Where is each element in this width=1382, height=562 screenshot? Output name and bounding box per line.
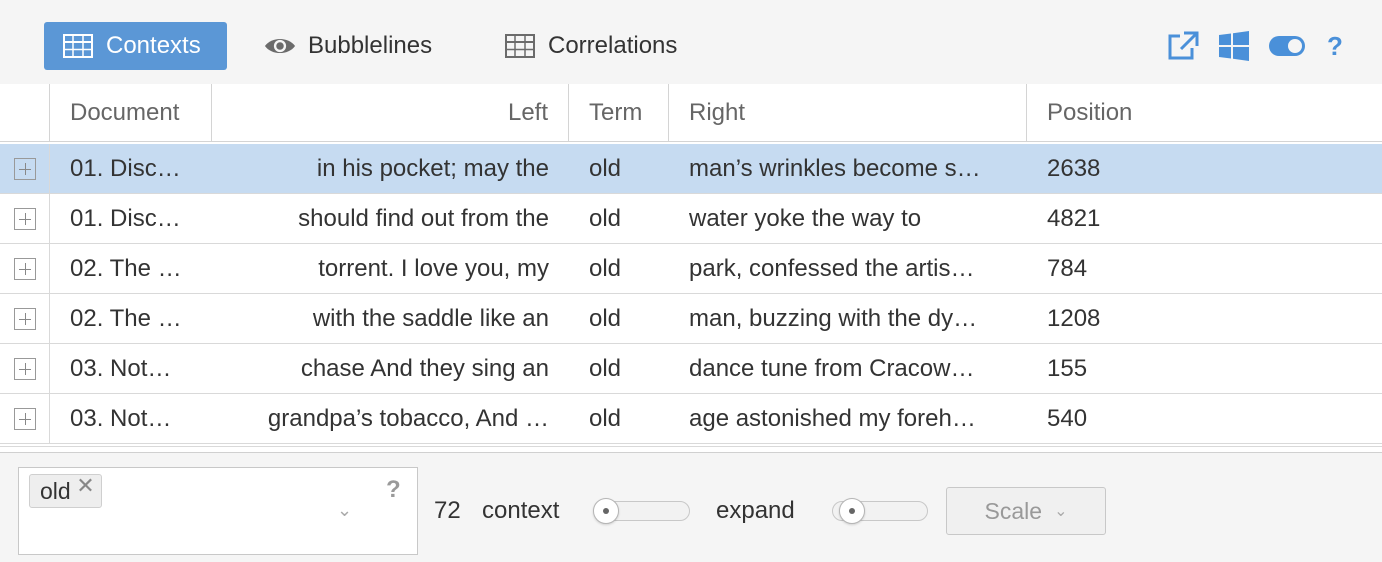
cell-term: old bbox=[589, 155, 622, 182]
chevron-down-icon[interactable]: ⌄ bbox=[337, 500, 352, 521]
contexts-grid: Document Left Term Right Position 01. Di… bbox=[0, 84, 1382, 452]
cell-right: age astonished my foreh… bbox=[689, 405, 976, 432]
cell-document: 03. Not… bbox=[70, 405, 172, 432]
close-icon[interactable]: ✕ bbox=[76, 473, 94, 499]
expand-icon bbox=[13, 408, 36, 430]
tab-contexts-label: Contexts bbox=[106, 32, 201, 59]
row-expander[interactable] bbox=[0, 294, 50, 344]
header-expander bbox=[0, 84, 50, 142]
cell-document: 03. Not… bbox=[70, 355, 172, 382]
cell-term: old bbox=[589, 255, 622, 282]
cell-right: dance tune from Cracow… bbox=[689, 355, 975, 382]
table-row[interactable]: 01. Disc… in his pocket; may the old man… bbox=[0, 144, 1382, 194]
row-expander[interactable] bbox=[0, 244, 50, 294]
cell-document: 02. The … bbox=[70, 255, 182, 282]
footer-toolbar: old ✕ ⌄ ? 72 context expand Scale ⌄ bbox=[0, 452, 1382, 562]
cell-term: old bbox=[589, 205, 622, 232]
cell-left: with the saddle like an bbox=[312, 305, 549, 332]
cell-left: chase And they sing an bbox=[300, 355, 549, 382]
term-chip: old ✕ bbox=[29, 473, 102, 508]
cell-term: old bbox=[589, 355, 622, 382]
term-chip-label: old bbox=[40, 477, 71, 504]
cell-term: old bbox=[589, 405, 622, 432]
cell-position: 2638 bbox=[1047, 155, 1101, 182]
expand-slider[interactable] bbox=[832, 498, 928, 524]
context-slider[interactable] bbox=[593, 498, 690, 524]
cell-left: in his pocket; may the bbox=[316, 155, 549, 182]
table-row[interactable]: 03. Not… grandpa’s tobacco, And … old ag… bbox=[0, 394, 1382, 444]
table-row[interactable]: 01. Disc… should find out from the old w… bbox=[0, 194, 1382, 244]
toggle-icon[interactable] bbox=[1268, 30, 1306, 62]
cell-right: park, confessed the artis… bbox=[689, 255, 975, 282]
table-row[interactable]: 03. Not… chase And they sing an old danc… bbox=[0, 344, 1382, 394]
table-icon bbox=[62, 33, 94, 59]
cell-left: should find out from the bbox=[298, 205, 549, 232]
tab-correlations-label: Correlations bbox=[548, 32, 678, 59]
term-search-field[interactable]: old ✕ ⌄ ? bbox=[18, 467, 418, 555]
header-left[interactable]: Left bbox=[212, 84, 569, 142]
help-icon[interactable]: ? bbox=[1324, 30, 1346, 62]
row-expander[interactable] bbox=[0, 344, 50, 394]
expand-icon bbox=[13, 358, 36, 380]
chevron-down-icon: ⌄ bbox=[1054, 503, 1068, 520]
windows-icon[interactable] bbox=[1218, 30, 1250, 62]
cell-document: 02. The … bbox=[70, 305, 182, 332]
export-icon[interactable] bbox=[1166, 30, 1200, 62]
scale-dropdown[interactable]: Scale ⌄ bbox=[946, 487, 1106, 535]
cell-right: man, buzzing with the dy… bbox=[689, 305, 978, 332]
cell-right: man’s wrinkles become s… bbox=[689, 155, 981, 182]
expand-icon bbox=[13, 308, 36, 330]
cell-position: 1208 bbox=[1047, 305, 1101, 332]
cell-right: water yoke the way to bbox=[689, 205, 922, 232]
panel-tools: ? bbox=[1166, 30, 1346, 62]
tab-bubblelines-label: Bubblelines bbox=[308, 32, 433, 59]
expand-icon bbox=[13, 258, 36, 280]
header-right[interactable]: Right bbox=[669, 84, 1027, 142]
header-position[interactable]: Position bbox=[1027, 84, 1382, 142]
row-expander[interactable] bbox=[0, 194, 50, 244]
scale-label: Scale bbox=[984, 497, 1043, 524]
cell-left: torrent. I love you, my bbox=[318, 255, 549, 282]
cell-position: 540 bbox=[1047, 405, 1088, 432]
cell-document: 01. Disc… bbox=[70, 155, 181, 182]
cell-position: 4821 bbox=[1047, 205, 1101, 232]
grid-header: Document Left Term Right Position bbox=[0, 84, 1382, 142]
expand-icon bbox=[13, 158, 36, 180]
tab-bar: Contexts Bubblelines Correlations ? bbox=[0, 0, 1382, 84]
cell-document: 01. Disc… bbox=[70, 205, 181, 232]
cell-position: 155 bbox=[1047, 355, 1088, 382]
header-document[interactable]: Document bbox=[50, 84, 212, 142]
eye-icon bbox=[264, 33, 296, 59]
cell-term: old bbox=[589, 305, 622, 332]
slider-handle[interactable] bbox=[593, 498, 619, 524]
context-label: context bbox=[482, 497, 560, 524]
table-row[interactable]: 02. The … torrent. I love you, my old pa… bbox=[0, 244, 1382, 294]
row-expander[interactable] bbox=[0, 394, 50, 444]
cell-left: grandpa’s tobacco, And … bbox=[267, 405, 549, 432]
cell-position: 784 bbox=[1047, 255, 1088, 282]
tab-bubblelines[interactable]: Bubblelines bbox=[264, 22, 432, 70]
table-icon bbox=[504, 33, 536, 59]
row-expander[interactable] bbox=[0, 144, 50, 194]
tab-correlations[interactable]: Correlations bbox=[504, 22, 677, 70]
expand-icon bbox=[13, 208, 36, 230]
tab-contexts[interactable]: Contexts bbox=[44, 22, 227, 70]
slider-handle[interactable] bbox=[839, 498, 865, 524]
header-term[interactable]: Term bbox=[569, 84, 669, 142]
table-row[interactable]: 02. The … with the saddle like an old ma… bbox=[0, 294, 1382, 344]
help-icon[interactable]: ? bbox=[386, 476, 401, 504]
expand-label: expand bbox=[716, 497, 795, 524]
total-count: 72 bbox=[434, 497, 461, 524]
